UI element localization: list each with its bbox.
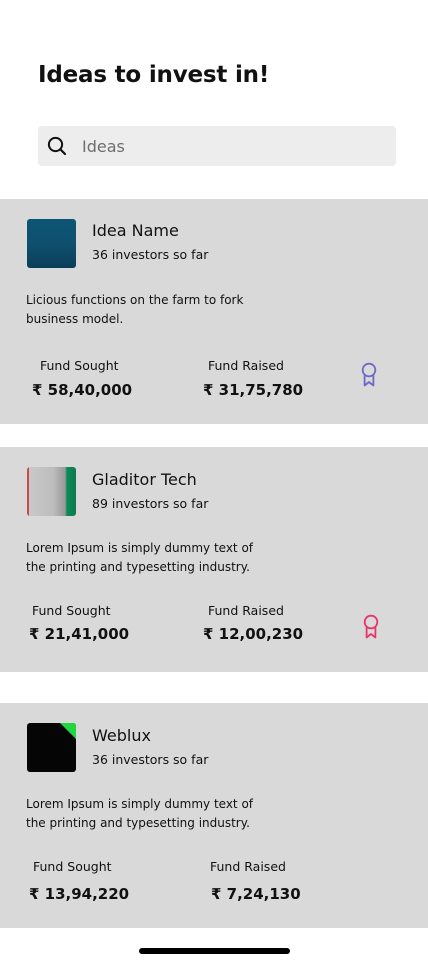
idea-card[interactable]: Idea Name 36 investors so far Licious fu… [0,199,428,424]
fund-sought-amount: ₹ 21,41,000 [29,625,130,643]
fund-sought-label: Fund Sought [32,603,111,618]
idea-card[interactable]: Weblux 36 investors so far Lorem Ipsum i… [0,703,428,928]
search-bar[interactable] [38,126,396,166]
fund-raised-amount: ₹ 12,00,230 [203,625,304,643]
idea-thumbnail [27,723,76,772]
award-ribbon-icon[interactable] [360,362,378,388]
search-input[interactable] [82,126,382,166]
search-icon[interactable] [47,136,67,156]
fund-sought-label: Fund Sought [40,358,119,373]
fund-sought-label: Fund Sought [33,859,112,874]
thumbnail-corner [60,723,76,739]
idea-name: Gladitor Tech [92,470,197,489]
idea-thumbnail [27,467,76,516]
investor-count: 36 investors so far [92,752,209,767]
home-indicator [139,948,290,954]
investor-count: 89 investors so far [92,496,209,511]
fund-raised-amount: ₹ 31,75,780 [203,381,304,399]
idea-description: Licious functions on the farm to fork bu… [26,293,244,326]
fund-raised-label: Fund Raised [208,358,284,373]
fund-raised-amount: ₹ 7,24,130 [211,885,301,903]
fund-sought-amount: ₹ 13,94,220 [29,885,130,903]
fund-raised-label: Fund Raised [210,859,286,874]
idea-description: Lorem Ipsum is simply dummy text of the … [26,797,254,830]
idea-card[interactable]: Gladitor Tech 89 investors so far Lorem … [0,447,428,672]
page-title: Ideas to invest in! [38,62,270,88]
idea-name: Idea Name [92,221,179,240]
idea-name: Weblux [92,726,151,745]
fund-raised-label: Fund Raised [208,603,284,618]
award-ribbon-icon[interactable] [362,614,380,640]
investor-count: 36 investors so far [92,247,209,262]
fund-sought-amount: ₹ 58,40,000 [32,381,133,399]
idea-description: Lorem Ipsum is simply dummy text of the … [26,541,254,574]
idea-thumbnail [27,219,76,268]
